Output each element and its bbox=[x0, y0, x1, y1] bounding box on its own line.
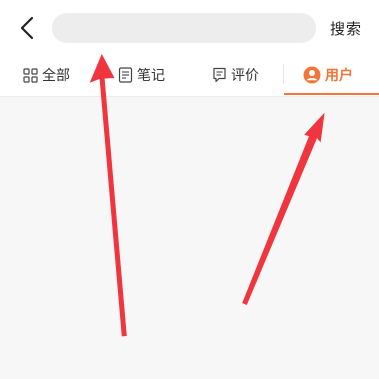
comment-icon bbox=[212, 67, 227, 83]
app-window: 搜索 全部 笔记 评价 用户 bbox=[0, 0, 379, 379]
tab-bar: 全部 笔记 评价 用户 bbox=[0, 56, 379, 97]
search-header: 搜索 bbox=[0, 0, 379, 56]
search-button[interactable]: 搜索 bbox=[330, 18, 362, 39]
tab-reviews-label: 评价 bbox=[231, 68, 259, 84]
search-input[interactable] bbox=[62, 19, 316, 37]
tab-all[interactable]: 全部 bbox=[23, 56, 70, 94]
tab-users-label: 用户 bbox=[325, 68, 353, 84]
search-results-area bbox=[0, 97, 379, 379]
search-input-container[interactable] bbox=[52, 13, 316, 43]
tab-users[interactable]: 用户 bbox=[303, 56, 353, 94]
tab-notes-label: 笔记 bbox=[137, 68, 165, 84]
tab-reviews[interactable]: 评价 bbox=[212, 56, 259, 94]
note-icon bbox=[118, 67, 133, 83]
tab-divider bbox=[283, 64, 284, 84]
tab-notes[interactable]: 笔记 bbox=[118, 56, 165, 94]
active-tab-indicator bbox=[284, 93, 379, 95]
grid-icon bbox=[23, 67, 38, 83]
user-icon bbox=[303, 66, 321, 84]
tab-all-label: 全部 bbox=[42, 68, 70, 84]
back-arrow-icon bbox=[20, 16, 34, 40]
back-button[interactable] bbox=[14, 14, 40, 42]
